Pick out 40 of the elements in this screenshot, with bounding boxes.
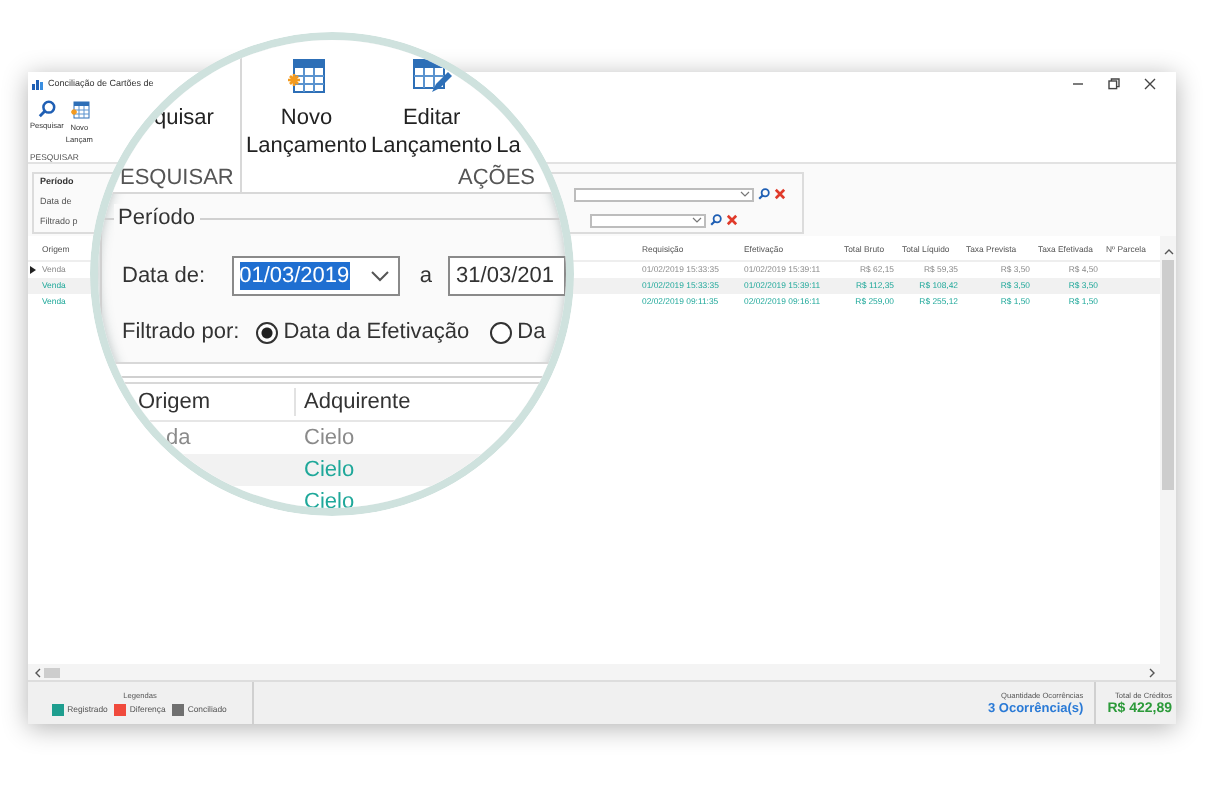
field-label: a [419,264,433,288]
search-icon [710,214,722,227]
date-field[interactable]: 01/03/2019 [231,256,400,296]
group-label: ESQUISAR [120,164,234,192]
close-icon [774,188,786,201]
minimize-icon [1072,77,1084,90]
scroll-thumb[interactable] [1162,259,1174,490]
field-label: Filtrado por: [122,320,240,344]
ribbon-button[interactable]: La [496,56,521,160]
table-icon [286,56,327,96]
search-icon [758,188,770,201]
scrollbar[interactable] [28,664,1176,683]
chevron-down-icon [692,216,702,225]
date-field[interactable]: 31/03/201 [448,256,566,296]
search-icon [37,99,56,118]
scroll-thumb[interactable] [44,667,60,678]
table-pencil-icon [411,56,452,96]
combo-box[interactable] [590,213,706,228]
restore-icon [1108,77,1120,90]
ribbon-button[interactable]: Novo Lançamento [246,56,368,160]
table-cell-text: Cielo [302,456,357,484]
app-icon [32,77,44,90]
radio-label: Da [517,320,546,344]
column-header[interactable]: Adquirente [294,388,566,416]
close-icon [726,214,738,227]
chevron-down-icon [740,190,750,199]
combo-box[interactable] [574,187,754,202]
scrollbar[interactable] [1160,235,1176,665]
chevron-down-icon [369,270,390,282]
column-header[interactable]: Origem [98,388,294,416]
table-cell-text: Cielo [302,424,357,452]
field-label: Data de: [122,264,206,288]
radio-label: Data da Efetivação [283,320,470,344]
radio-button[interactable] [489,321,512,343]
ribbon-button[interactable]: Editar Lançamento [371,56,493,160]
group-label: AÇÕES [456,164,536,192]
radio-button[interactable] [255,321,278,343]
table-cell-text: da [164,424,193,452]
close-icon [1144,77,1156,90]
table-cell-text: Cielo [302,488,357,508]
